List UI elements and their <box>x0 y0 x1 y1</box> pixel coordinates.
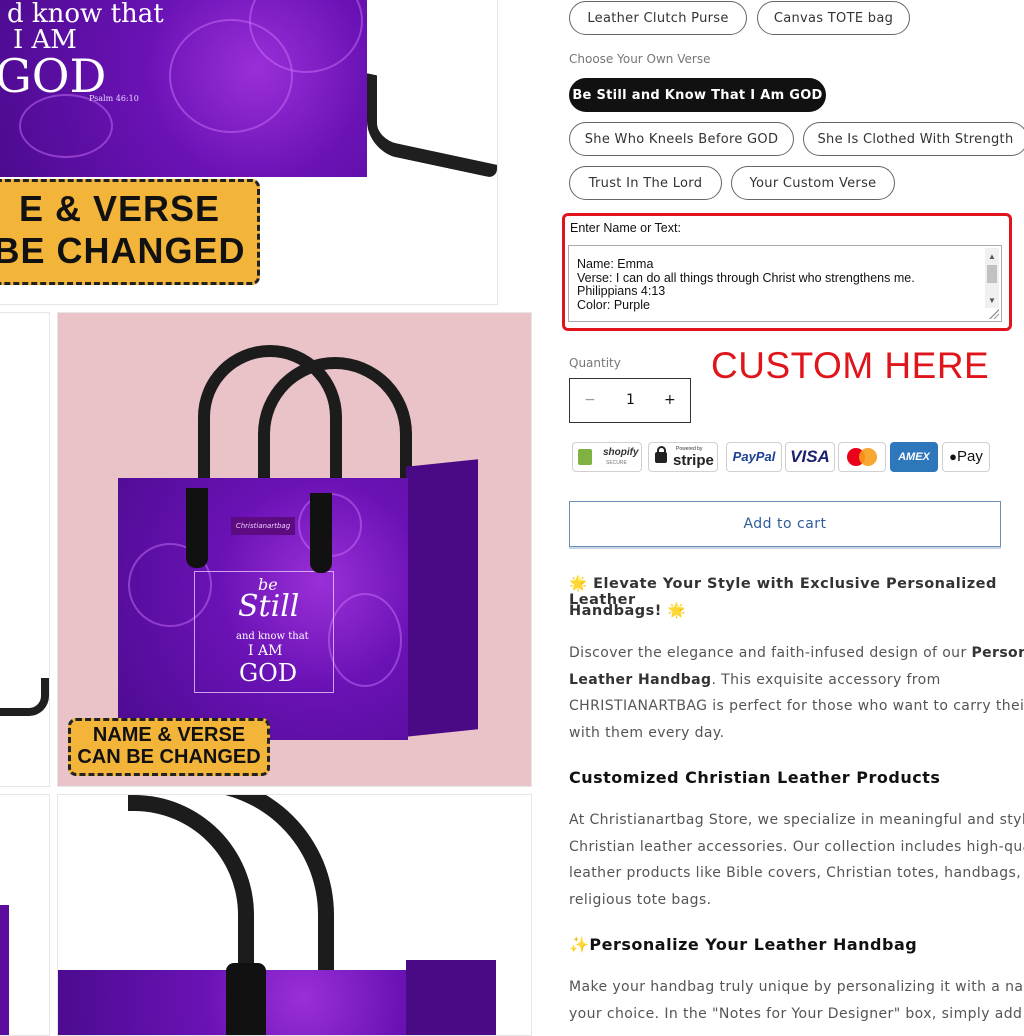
mastercard-yellow-circle <box>859 448 877 466</box>
bag-tab-right <box>310 493 332 573</box>
gallery-image-top[interactable]: d know that I AM GOD Psalm 46:10 E & VER… <box>0 0 498 305</box>
para-line: Christian leather accessories. Our colle… <box>569 838 1024 855</box>
verse-option-custom[interactable]: Your Custom Verse <box>731 166 895 200</box>
style-option-canvas-tote[interactable]: Canvas TOTE bag <box>757 1 910 35</box>
stripe-text: stripe <box>673 452 714 469</box>
custom-text-line: Verse: I can do all things through Chris… <box>577 270 915 285</box>
scroll-thumb[interactable] <box>987 265 997 283</box>
gallery-thumb-left[interactable] <box>0 312 50 787</box>
bag-side-panel <box>406 459 478 737</box>
visa-badge: VISA <box>785 442 835 472</box>
description-paragraph-1: Discover the elegance and faith-infused … <box>569 640 1024 746</box>
shopify-bag-icon <box>578 449 592 465</box>
bag-text-still: Still <box>238 589 300 624</box>
verse-label: Choose Your Own Verse <box>569 52 711 66</box>
personalize-heading: ✨Personalize Your Leather Handbag <box>569 935 917 954</box>
textarea-scrollbar[interactable]: ▲ ▼ <box>985 248 999 308</box>
bag-side-panel <box>406 960 496 1035</box>
floral-decoration <box>19 94 113 158</box>
shopify-secure-text: SECURE <box>606 460 627 466</box>
quantity-label: Quantity <box>569 356 621 370</box>
apple-pay-badge: ●Pay <box>942 442 990 472</box>
verse-option-she-who-kneels[interactable]: She Who Kneels Before GOD <box>569 122 794 156</box>
bag-strap <box>0 678 49 716</box>
gallery-thumb-left-bottom[interactable] <box>0 794 50 1036</box>
custom-here-callout: CUSTOM HERE <box>711 345 990 386</box>
bag-text-know: and know that <box>236 631 309 642</box>
bag-brand-tag: Christianartbag <box>231 517 295 535</box>
quantity-plus-button[interactable]: + <box>664 392 676 408</box>
add-to-cart-button[interactable]: Add to cart <box>569 501 1001 547</box>
stripe-badge: Powered by stripe <box>648 442 718 472</box>
para-line: your choice. In the "Notes for Your Desi… <box>569 1005 1024 1022</box>
badge-line-2: CAN BE CHANGED <box>77 746 261 768</box>
bag-sliver <box>0 905 9 1035</box>
mastercard-badge <box>838 442 886 472</box>
bag-tab-left <box>186 488 208 568</box>
gallery-image-bottom[interactable] <box>57 794 532 1036</box>
badge-line-2: BE CHANGED <box>0 230 246 271</box>
verse-option-clothed-strength[interactable]: She Is Clothed With Strength <box>803 122 1024 156</box>
paypal-badge: PayPal <box>726 442 782 472</box>
custom-text-line: Philippians 4:13 <box>577 284 666 298</box>
para-line: Leather Handbag. This exquisite accessor… <box>569 667 1024 694</box>
bag-text-ref: Psalm 46:10 <box>89 94 139 103</box>
name-verse-badge: E & VERSE BE CHANGED <box>0 179 260 285</box>
scroll-down-icon[interactable]: ▼ <box>988 294 996 308</box>
bag-text-god: GOD <box>239 659 298 687</box>
para-line: religious tote bags. <box>569 891 712 908</box>
badge-line-1: E & VERSE <box>18 188 221 229</box>
sparkles-icon: ✨ <box>569 935 590 954</box>
sparkle-icon: 🌟 <box>667 603 687 619</box>
description-paragraph-2: At Christianartbag Store, we specialize … <box>569 807 1024 913</box>
badge-line-1: NAME & VERSE <box>92 724 246 746</box>
verse-option-be-still[interactable]: Be Still and Know That I Am GOD <box>569 78 826 112</box>
para-line: CHRISTIANARTBAG is perfect for those who… <box>569 698 1024 715</box>
scroll-up-icon[interactable]: ▲ <box>988 250 996 264</box>
para-text: Discover the elegance and faith-infused … <box>569 645 972 661</box>
gallery-image-bag[interactable]: Christianartbag be Still and know that I… <box>57 312 532 787</box>
sparkle-icon: 🌟 <box>569 576 588 592</box>
name-verse-badge: NAME & VERSE CAN BE CHANGED <box>68 718 270 776</box>
para-bold: Leather Handbag <box>569 671 712 688</box>
para-line: Discover the elegance and faith-infused … <box>569 640 1024 667</box>
resize-handle-icon[interactable] <box>989 309 999 319</box>
para-text: . This exquisite accessory from <box>711 671 941 688</box>
bag-tab <box>226 963 266 1035</box>
custom-text-line: Color: Purple <box>577 297 650 312</box>
quantity-minus-button[interactable]: − <box>584 392 596 408</box>
bag-text-iam: I AM <box>248 643 283 659</box>
bag-strap <box>367 73 497 179</box>
custom-text-input[interactable]: Name: Emma Verse: I can do all things th… <box>568 245 1002 322</box>
shopify-text: shopify <box>603 447 639 458</box>
custom-text-label: Enter Name or Text: <box>570 221 681 235</box>
para-line: At Christianartbag Store, we specialize … <box>569 812 1024 828</box>
para-line: leather products like Bible covers, Chri… <box>569 865 1024 882</box>
products-heading: Customized Christian Leather Products <box>569 768 941 787</box>
apple-pay-text: Pay <box>957 448 983 465</box>
quantity-stepper: − 1 + <box>569 378 691 423</box>
amex-badge: AMEX <box>890 442 938 472</box>
custom-text-line: Name: Emma <box>577 257 654 271</box>
floral-decoration <box>328 593 402 687</box>
verse-option-trust-lord[interactable]: Trust In The Lord <box>569 166 722 200</box>
quantity-input[interactable]: 1 <box>626 392 635 408</box>
para-line: Make your handbag truly unique by person… <box>569 979 1024 995</box>
style-option-clutch[interactable]: Leather Clutch Purse <box>569 1 747 35</box>
description-paragraph-3: Make your handbag truly unique by person… <box>569 974 1024 1027</box>
intro-heading-line2: Handbags! 🌟 <box>569 602 686 619</box>
personalize-heading-text: Personalize Your Leather Handbag <box>589 935 918 954</box>
apple-icon: ● <box>949 449 957 464</box>
para-line: with them every day. <box>569 724 725 741</box>
lock-shackle <box>657 446 666 454</box>
intro-heading-text-2: Handbags! <box>569 603 662 619</box>
para-bold: Personaliz <box>971 645 1024 661</box>
shopify-secure-badge: shopify SECURE <box>572 442 642 472</box>
